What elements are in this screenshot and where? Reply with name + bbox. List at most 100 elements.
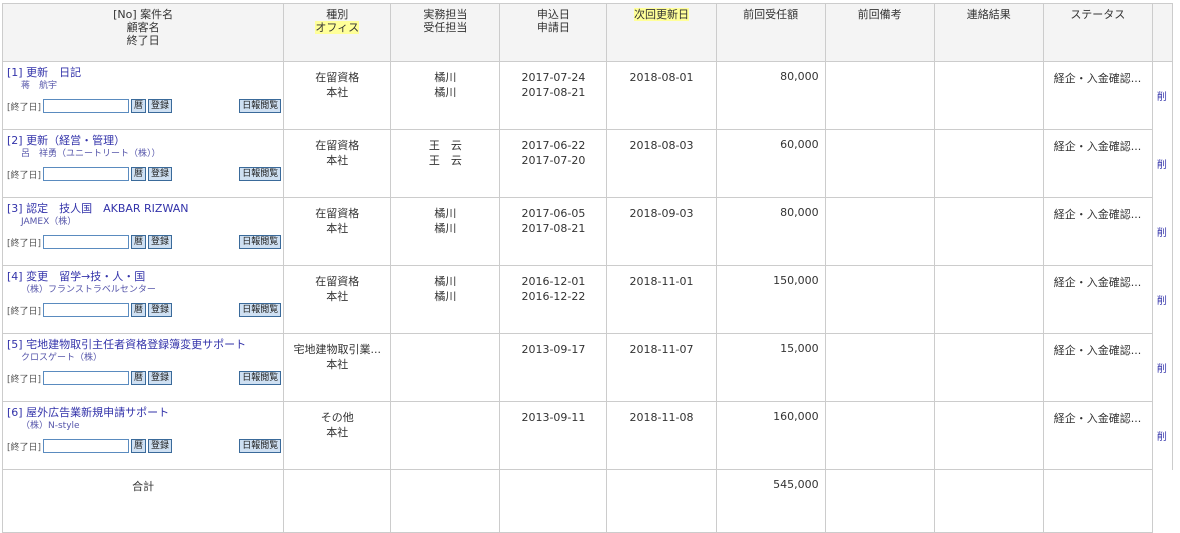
next-update-date: 2018-08-03: [606, 129, 717, 198]
table-row: [3] 認定 技人国 AKBAR RIZWAN JAMEX（株） [終了日] 暦…: [1, 197, 1174, 266]
dates-cell: 2016-12-01 2016-12-22: [499, 265, 608, 334]
application-date: 2017-06-22: [521, 139, 586, 152]
last-note: [824, 197, 935, 266]
end-date-input[interactable]: [43, 371, 129, 385]
status[interactable]: 経企・入金確認...: [1042, 129, 1153, 198]
delete-link[interactable]: 削: [1152, 61, 1174, 130]
last-fee: 80,000: [715, 197, 826, 266]
case-title: 更新 日記: [26, 66, 82, 79]
dates-cell: 2017-07-24 2017-08-21: [499, 61, 608, 130]
case-no: [3]: [7, 202, 23, 215]
calendar-button[interactable]: 暦: [131, 439, 147, 453]
status[interactable]: 経企・入金確認...: [1042, 61, 1153, 130]
end-date-input[interactable]: [43, 99, 129, 113]
last-fee: 60,000: [715, 129, 826, 198]
header-case[interactable]: [No] 案件名 顧客名 終了日: [1, 3, 285, 62]
header-dates[interactable]: 申込日 申請日: [499, 3, 608, 62]
accepting-staff: 王 云: [428, 154, 462, 167]
last-note: [824, 401, 935, 470]
header-application-date: 申込日: [536, 8, 570, 21]
case-title-link[interactable]: [1] 更新 日記: [7, 66, 283, 80]
case-title-link[interactable]: [4] 変更 留学→技・人・国: [7, 270, 283, 284]
contact-result: [933, 401, 1044, 470]
header-contact-result[interactable]: 連絡結果: [933, 3, 1044, 62]
next-update-date: 2018-11-07: [606, 333, 717, 402]
practical-staff: 王 云: [428, 139, 462, 152]
delete-link[interactable]: 削: [1152, 401, 1174, 470]
register-button[interactable]: 登録: [148, 99, 173, 113]
case-title-link[interactable]: [5] 宅地建物取引主任者資格登録簿変更サポート: [7, 338, 283, 352]
status[interactable]: 経企・入金確認...: [1042, 333, 1153, 402]
register-button[interactable]: 登録: [148, 303, 173, 317]
application-date: 2013-09-11: [521, 411, 586, 424]
end-date-input[interactable]: [43, 167, 129, 181]
header-client-name: 顧客名: [126, 21, 160, 34]
status[interactable]: 経企・入金確認...: [1042, 401, 1153, 470]
last-note: [824, 265, 935, 334]
practical-staff: 橘川: [434, 275, 457, 288]
application-date: 2017-06-05: [521, 207, 586, 220]
client-name: 呂 祥勇（ユニートリート（株））: [21, 149, 161, 159]
header-end-date: 終了日: [126, 34, 160, 47]
office: 本社: [326, 154, 349, 167]
daily-report-button[interactable]: 日報閲覧: [239, 235, 282, 249]
header-type[interactable]: 種別 オフィス: [283, 3, 392, 62]
total-label: 合計: [1, 469, 285, 533]
case-table: [No] 案件名 顧客名 終了日 種別 オフィス 実務担当 受任担当 申込日 申…: [1, 3, 1174, 533]
header-status[interactable]: ステータス: [1042, 3, 1153, 62]
delete-link[interactable]: 削: [1152, 129, 1174, 198]
end-date-input[interactable]: [43, 439, 129, 453]
daily-report-button[interactable]: 日報閲覧: [239, 439, 282, 453]
end-date-input[interactable]: [43, 303, 129, 317]
case-no: [1]: [7, 66, 23, 79]
next-update-date: 2018-08-01: [606, 61, 717, 130]
case-cell: [3] 認定 技人国 AKBAR RIZWAN JAMEX（株） [終了日] 暦…: [1, 197, 285, 266]
contact-result: [933, 61, 1044, 130]
type-cell: 在留資格 本社: [283, 265, 392, 334]
type-cell: その他 本社: [283, 401, 392, 470]
header-next-update[interactable]: 次回更新日: [606, 3, 717, 62]
daily-report-button[interactable]: 日報閲覧: [239, 99, 282, 113]
register-button[interactable]: 登録: [148, 167, 173, 181]
case-type: 宅地建物取引業...: [293, 343, 382, 356]
daily-report-button[interactable]: 日報閲覧: [239, 371, 282, 385]
case-title-link[interactable]: [3] 認定 技人国 AKBAR RIZWAN: [7, 202, 283, 216]
last-fee: 80,000: [715, 61, 826, 130]
header-row: [No] 案件名 顧客名 終了日 種別 オフィス 実務担当 受任担当 申込日 申…: [1, 3, 1174, 62]
status[interactable]: 経企・入金確認...: [1042, 197, 1153, 266]
client-name: （株）フランストラベルセンター: [21, 285, 156, 295]
register-button[interactable]: 登録: [148, 371, 173, 385]
case-title-link[interactable]: [6] 屋外広告業新規申請サポート: [7, 406, 283, 420]
calendar-button[interactable]: 暦: [131, 303, 147, 317]
status[interactable]: 経企・入金確認...: [1042, 265, 1153, 334]
client-name: 蒋 航宇: [21, 81, 58, 91]
filing-date: 2017-08-21: [521, 222, 586, 235]
end-date-controls: [終了日] 暦 登録 日報閲覧: [7, 234, 283, 250]
contact-result: [933, 197, 1044, 266]
register-button[interactable]: 登録: [148, 439, 173, 453]
office: 本社: [326, 290, 349, 303]
header-case-name: [No] 案件名: [113, 8, 174, 21]
table-row: [4] 変更 留学→技・人・国 （株）フランストラベルセンター [終了日] 暦 …: [1, 265, 1174, 334]
calendar-button[interactable]: 暦: [131, 167, 147, 181]
practical-staff: 橘川: [434, 71, 457, 84]
header-next-update-label: 次回更新日: [634, 8, 689, 21]
case-title-link[interactable]: [2] 更新（経営・管理）: [7, 134, 283, 148]
delete-link[interactable]: 削: [1152, 333, 1174, 402]
staff-cell: 橘川 橘川: [390, 61, 501, 130]
calendar-button[interactable]: 暦: [131, 235, 147, 249]
case-title: 宅地建物取引主任者資格登録簿変更サポート: [26, 338, 247, 351]
calendar-button[interactable]: 暦: [131, 99, 147, 113]
register-button[interactable]: 登録: [148, 235, 173, 249]
header-practical-staff: 実務担当: [423, 8, 468, 21]
header-last-fee[interactable]: 前回受任額: [715, 3, 826, 62]
header-staff[interactable]: 実務担当 受任担当: [390, 3, 501, 62]
daily-report-button[interactable]: 日報閲覧: [239, 303, 282, 317]
delete-link[interactable]: 削: [1152, 197, 1174, 266]
delete-link[interactable]: 削: [1152, 265, 1174, 334]
last-note: [824, 61, 935, 130]
header-last-note[interactable]: 前回備考: [824, 3, 935, 62]
calendar-button[interactable]: 暦: [131, 371, 147, 385]
daily-report-button[interactable]: 日報閲覧: [239, 167, 282, 181]
end-date-input[interactable]: [43, 235, 129, 249]
